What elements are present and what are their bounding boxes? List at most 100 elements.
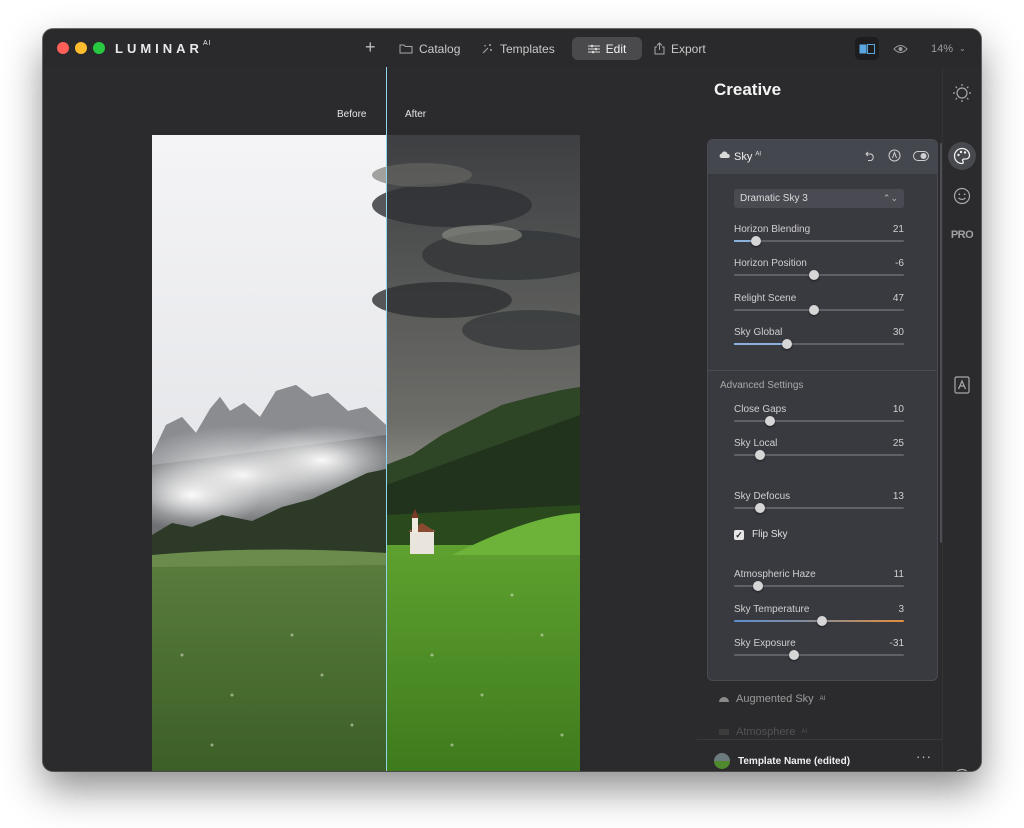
split-view-icon — [859, 43, 875, 54]
catalog-label: Catalog — [419, 41, 461, 56]
sky-exposure-slider[interactable]: Sky Exposure -31 — [734, 638, 904, 662]
minimize-window-button[interactable] — [75, 42, 87, 54]
slider-value: 30 — [892, 327, 904, 338]
cloud-icon — [719, 151, 730, 158]
photo-image — [152, 135, 580, 771]
slider-knob[interactable] — [781, 339, 792, 349]
sky-selection-value: Dramatic Sky 3 — [740, 193, 808, 204]
slider-knob[interactable] — [754, 450, 765, 460]
sky-ai-header[interactable]: Sky AI — [708, 140, 937, 174]
pro-label: PRO — [950, 229, 974, 241]
sliders-icon — [587, 44, 600, 53]
sky-ai-tool-card: Sky AI Dramatic Sky 3 ⌃⌄ Horizon Blendin… — [707, 139, 938, 681]
image-canvas[interactable]: Before After — [43, 67, 697, 771]
app-window: LUMINARAI + Catalog Templates Edit Expor… — [43, 29, 981, 771]
slider-knob[interactable] — [808, 270, 819, 280]
slider-knob[interactable] — [754, 503, 765, 513]
slider-knob[interactable] — [764, 416, 775, 426]
slider-label: Close Gaps — [734, 404, 787, 415]
title-bar: LUMINARAI + Catalog Templates Edit Expor… — [43, 29, 981, 67]
palette-icon — [953, 147, 971, 165]
atmospheric-haze-slider[interactable]: Atmospheric Haze 11 — [734, 569, 904, 593]
history-button[interactable] — [948, 763, 976, 771]
template-name: Template Name (edited) — [738, 756, 851, 767]
compare-toggle-button[interactable] — [855, 37, 879, 60]
mask-brush-icon[interactable] — [888, 149, 901, 162]
slider-knob[interactable] — [808, 305, 819, 315]
slider-knob[interactable] — [788, 650, 799, 660]
slider-label: Atmospheric Haze — [734, 569, 816, 580]
export-label: Export — [671, 41, 706, 56]
panel-title: Creative — [714, 80, 782, 99]
edit-panel: Creative Sky AI Dramatic Sky 3 ⌃⌄ Horizo… — [697, 67, 943, 771]
slider-label: Sky Temperature — [734, 604, 810, 615]
augmented-sky-icon — [719, 697, 729, 702]
undo-icon[interactable] — [865, 150, 876, 161]
relight-scene-slider[interactable]: Relight Scene 47 — [734, 293, 904, 317]
sky-temperature-slider[interactable]: Sky Temperature 3 — [734, 604, 904, 628]
chevron-down-icon: ⌄ — [959, 44, 966, 53]
divider — [708, 370, 937, 371]
close-gaps-slider[interactable]: Close Gaps 10 — [734, 404, 904, 428]
advanced-settings-header[interactable]: Advanced Settings — [720, 380, 803, 391]
preview-toggle-button[interactable] — [893, 37, 908, 60]
tool-category-rail: PRO — [942, 67, 981, 771]
zoom-value: 14% — [931, 42, 954, 55]
templates-tab[interactable]: Templates — [481, 37, 555, 60]
zoom-window-button[interactable] — [93, 42, 105, 54]
atmosphere-section[interactable]: Atmosphere AI — [718, 726, 807, 738]
sky-local-slider[interactable]: Sky Local 25 — [734, 438, 904, 462]
add-photos-button[interactable]: + — [365, 36, 376, 59]
face-icon — [953, 187, 971, 205]
edit-tab[interactable]: Edit — [572, 37, 642, 60]
before-label: Before — [337, 109, 367, 120]
zoom-dropdown[interactable]: 14% ⌄ — [931, 37, 966, 60]
slider-knob[interactable] — [817, 616, 828, 626]
creative-category[interactable] — [948, 142, 976, 170]
slider-knob[interactable] — [751, 236, 762, 246]
slider-label: Sky Defocus — [734, 491, 791, 502]
slider-value: 3 — [898, 604, 904, 615]
sun-icon — [953, 84, 971, 102]
slider-value: 10 — [892, 404, 904, 415]
slider-value: 11 — [893, 569, 904, 580]
slider-label: Sky Local — [734, 438, 778, 449]
canvas-tools-icon — [954, 376, 970, 394]
pro-category[interactable]: PRO — [948, 221, 976, 249]
essentials-category[interactable] — [948, 79, 976, 107]
slider-value: 21 — [892, 224, 904, 235]
slider-label: Horizon Blending — [734, 224, 811, 235]
slider-value: 25 — [892, 438, 904, 449]
photo-preview[interactable] — [152, 135, 580, 771]
flip-sky-checkbox[interactable]: ✓ — [734, 529, 744, 540]
visibility-toggle-icon[interactable] — [913, 150, 929, 161]
compare-divider-handle[interactable] — [386, 67, 387, 771]
slider-label: Sky Global — [734, 327, 783, 338]
more-options-icon[interactable]: ··· — [916, 749, 932, 764]
canvas-tools-category[interactable] — [948, 371, 976, 399]
atmosphere-icon — [719, 729, 729, 735]
close-window-button[interactable] — [57, 42, 69, 54]
sky-global-slider[interactable]: Sky Global 30 — [734, 327, 904, 351]
sky-selection-dropdown[interactable]: Dramatic Sky 3 ⌃⌄ — [734, 189, 904, 208]
after-label: After — [405, 109, 427, 120]
plus-icon: + — [365, 37, 376, 57]
edit-label: Edit — [605, 41, 627, 56]
augmented-sky-section[interactable]: Augmented Sky AI — [718, 693, 825, 705]
slider-value: -6 — [895, 258, 904, 269]
sky-ai-title: Sky AI — [734, 151, 762, 163]
sky-defocus-slider[interactable]: Sky Defocus 13 — [734, 491, 904, 515]
horizon-blending-slider[interactable]: Horizon Blending 21 — [734, 224, 904, 248]
export-tab[interactable]: Export — [654, 37, 706, 60]
slider-knob[interactable] — [752, 581, 763, 591]
sparkle-icon — [482, 44, 492, 54]
slider-label: Horizon Position — [734, 258, 807, 269]
horizon-position-slider[interactable]: Horizon Position -6 — [734, 258, 904, 282]
folder-icon — [399, 44, 413, 54]
slider-value: -31 — [889, 638, 904, 649]
slider-label: Sky Exposure — [734, 638, 796, 649]
portrait-category[interactable] — [948, 182, 976, 210]
flip-sky-checkbox-row[interactable]: ✓ Flip Sky — [734, 529, 788, 540]
catalog-tab[interactable]: Catalog — [399, 37, 460, 60]
slider-value: 47 — [892, 293, 904, 304]
